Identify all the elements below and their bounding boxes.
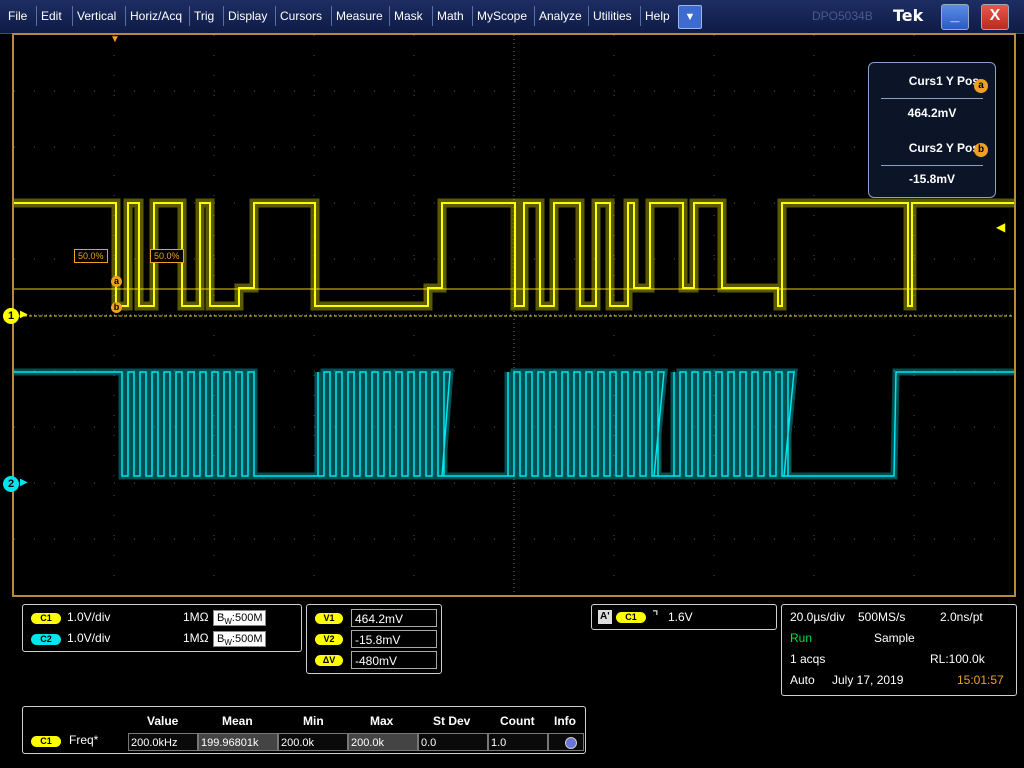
menu-bar: File Edit Vertical Horiz/Acq Trig Displa… (0, 0, 1024, 34)
bw-sub: W (224, 638, 232, 648)
trigger-level-icon[interactable]: ◀ (996, 220, 1005, 234)
col-header-mean: Mean (222, 714, 253, 728)
ch1-scale[interactable]: 1.0V/div (67, 610, 110, 624)
meas-max: 200.0k (348, 733, 418, 751)
curs2-badge: b (974, 143, 988, 157)
curs1-value: 464.2mV (907, 106, 957, 120)
ch2-bandwidth[interactable]: BW:500M (213, 631, 267, 648)
ch2-impedance: 1MΩ (183, 631, 209, 645)
curs2-value: -15.8mV (908, 172, 956, 186)
cursor-a-tag[interactable]: a (111, 276, 122, 287)
ref-level-label-right: 50.0% (150, 249, 184, 263)
menu-cursors[interactable]: Cursors (275, 6, 326, 26)
resolution: 2.0ns/pt (940, 610, 983, 624)
ch2-scale[interactable]: 1.0V/div (67, 631, 110, 645)
channel-settings-panel[interactable]: C1 1.0V/div 1MΩ BW:500M C2 1.0V/div 1MΩ … (22, 604, 302, 652)
cursor-readout-box[interactable]: Curs1 Y Pos a 464.2mV Curs2 Y Pos b -15.… (868, 62, 996, 198)
dv-tag: ΔV (315, 655, 343, 666)
chevron-down-icon[interactable]: ▼ (678, 5, 702, 29)
cursor-values-panel[interactable]: V1 464.2mV V2 -15.8mV ΔV -480mV (306, 604, 442, 674)
meas-mean: 199.96801k (198, 733, 278, 751)
menu-edit[interactable]: Edit (36, 6, 66, 26)
acq-time: 15:01:57 (957, 673, 1004, 687)
ch1-tag[interactable]: C1 (31, 613, 61, 624)
meas-name[interactable]: Freq* (69, 733, 98, 747)
col-header-info: Info (554, 714, 576, 728)
menu-trig[interactable]: Trig (189, 6, 218, 26)
minimize-button[interactable]: _ (941, 4, 969, 30)
meas-value: 200.0kHz (128, 733, 198, 751)
model-watermark: DPO5034B (812, 9, 873, 23)
trigger-mode: Auto (790, 673, 815, 687)
divider (881, 165, 983, 166)
col-header-max: Max (370, 714, 394, 728)
v1-tag: V1 (315, 613, 343, 624)
cursor-b-tag[interactable]: b (111, 302, 122, 313)
col-header-min: Min (303, 714, 324, 728)
ch1-impedance: 1MΩ (183, 610, 209, 624)
ref-level-label-left: 50.0% (74, 249, 108, 263)
acq-mode: Sample (874, 631, 915, 645)
dv-value: -480mV (351, 651, 437, 669)
ch1-arrow-icon: ▶ (20, 309, 28, 320)
trigger-position-icon[interactable]: ▼ (110, 34, 120, 45)
v2-tag: V2 (315, 634, 343, 645)
trigger-panel[interactable]: A' C1 ⌝ 1.6V (591, 604, 777, 630)
menu-myscope[interactable]: MyScope (472, 6, 531, 26)
curs1-title: Curs1 Y Pos (908, 74, 979, 88)
meas-count: 1.0 (488, 733, 548, 751)
menu-analyze[interactable]: Analyze (534, 6, 586, 26)
col-header-count: Count (500, 714, 535, 728)
run-state[interactable]: Run (790, 631, 812, 645)
ch2-arrow-icon: ▶ (20, 477, 28, 488)
ch2-waveform (14, 371, 1014, 477)
divider (881, 98, 983, 99)
trigger-level[interactable]: 1.6V (668, 610, 693, 624)
curs2-title: Curs2 Y Pos (908, 141, 979, 155)
ch2-tag[interactable]: C2 (31, 634, 61, 645)
bw-value: :500M (231, 633, 263, 645)
menu-measure[interactable]: Measure (331, 6, 387, 26)
col-header-value: Value (147, 714, 179, 728)
meas-source-tag[interactable]: C1 (31, 736, 61, 747)
menu-utilities[interactable]: Utilities (588, 6, 636, 26)
menu-help[interactable]: Help (640, 6, 674, 26)
info-icon[interactable] (565, 737, 577, 749)
ch1-bandwidth[interactable]: BW:500M (213, 610, 267, 627)
meas-min: 200.0k (278, 733, 348, 751)
waveform-display[interactable] (14, 35, 1014, 595)
menu-display[interactable]: Display (223, 6, 271, 26)
tek-logo: Tek (893, 6, 924, 25)
menu-vertical[interactable]: Vertical (72, 6, 120, 26)
ch1-ground-marker[interactable]: 1 (3, 308, 19, 324)
ch2-ground-marker[interactable]: 2 (3, 476, 19, 492)
menu-mask[interactable]: Mask (389, 6, 427, 26)
acquisition-panel[interactable]: 20.0µs/div 500MS/s 2.0ns/pt Run Sample 1… (781, 604, 1017, 696)
sample-rate: 500MS/s (858, 610, 906, 624)
v2-value: -15.8mV (351, 630, 437, 648)
close-button[interactable]: X (981, 4, 1009, 30)
menu-math[interactable]: Math (432, 6, 468, 26)
record-length: RL:100.0k (930, 652, 985, 666)
trigger-source[interactable]: C1 (616, 612, 646, 623)
falling-edge-icon[interactable]: ⌝ (652, 608, 659, 625)
bw-value: :500M (231, 612, 263, 624)
col-header-stdev: St Dev (433, 714, 471, 728)
timebase[interactable]: 20.0µs/div (790, 610, 845, 624)
v1-value: 464.2mV (351, 609, 437, 627)
curs1-badge: a (974, 79, 988, 93)
trigger-mode-tag: A' (598, 610, 612, 624)
bw-sub: W (224, 617, 232, 627)
menu-file[interactable]: File (4, 6, 31, 26)
acq-count: 1 acqs (790, 652, 826, 666)
acq-date: July 17, 2019 (832, 673, 904, 687)
menu-horiz-acq[interactable]: Horiz/Acq (125, 6, 186, 26)
measurement-panel[interactable]: Value Mean Min Max St Dev Count Info C1 … (22, 706, 586, 754)
meas-stdev: 0.0 (418, 733, 488, 751)
